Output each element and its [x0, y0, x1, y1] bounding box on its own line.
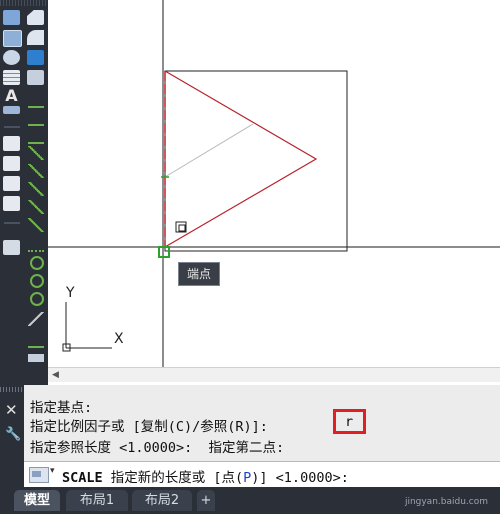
copy-icon[interactable]: [3, 136, 20, 151]
snap-icon[interactable]: [28, 164, 44, 178]
horizontal-scrollbar[interactable]: ◀: [48, 367, 500, 382]
layout-tabs: 模型 布局1 布局2 + jingyan.baidu.com: [0, 487, 500, 514]
fillet-icon[interactable]: [27, 30, 44, 45]
toolbar-separator: [4, 126, 20, 128]
snap-icon[interactable]: [28, 332, 44, 348]
table-icon[interactable]: [3, 70, 20, 85]
snap-icon[interactable]: [28, 354, 44, 362]
explode-icon[interactable]: [27, 50, 44, 65]
scroll-left-icon[interactable]: ◀: [52, 370, 59, 380]
hatch-icon[interactable]: [3, 30, 22, 47]
drawing-canvas[interactable]: 端点 X Y ◀: [48, 0, 500, 385]
snap-icon[interactable]: [28, 312, 44, 326]
tab-layout2[interactable]: 布局2: [132, 490, 192, 511]
circle-icon[interactable]: [3, 50, 20, 65]
snap-icon[interactable]: [30, 256, 44, 270]
snap-icon[interactable]: [30, 274, 44, 288]
snap-icon[interactable]: [28, 218, 44, 232]
command-history-line: 指定参照长度 <1.0000>: 指定第二点:: [30, 440, 285, 456]
highlighted-input: r: [345, 414, 354, 430]
snap-icon[interactable]: [28, 182, 44, 196]
tab-model[interactable]: 模型: [14, 490, 60, 511]
snap-icon[interactable]: [28, 128, 44, 144]
snap-icon[interactable]: [28, 200, 44, 214]
command-history-line: 指定比例因子或 [复制(C)/参照(R)]:: [30, 419, 277, 435]
command-icon[interactable]: [29, 467, 49, 483]
copy-icon[interactable]: [3, 196, 20, 211]
command-history-line: 指定基点:: [30, 400, 93, 416]
snap-icon[interactable]: [28, 236, 44, 252]
add-tab-button[interactable]: +: [197, 490, 215, 511]
snap-icon[interactable]: [28, 92, 44, 108]
watermark: jingyan.baidu.com: [404, 497, 488, 507]
tab-layout1[interactable]: 布局1: [66, 490, 128, 511]
copy-icon[interactable]: [3, 176, 20, 191]
command-window-sidebar: ✕ 🔧: [0, 385, 24, 487]
snap-icon[interactable]: [28, 110, 44, 126]
close-icon[interactable]: ✕: [5, 401, 18, 419]
prompt-suffix: )] <1.0000>:: [251, 470, 349, 486]
drawing-geometry: [48, 0, 500, 367]
command-input[interactable]: ▾ SCALE 指定新的长度或 [点(P)] <1.0000>:: [24, 461, 500, 488]
copy-icon[interactable]: [3, 156, 20, 171]
toolbar-column-right: [24, 0, 48, 385]
toolbar-separator: [4, 222, 20, 224]
osnap-tooltip: 端点: [178, 262, 220, 286]
triangle-edges[interactable]: [164, 70, 318, 248]
ucs-x-label: X: [114, 331, 124, 347]
command-prompt[interactable]: SCALE 指定新的长度或 [点(P)] <1.0000>:: [62, 466, 349, 486]
rubberband-line: [164, 123, 254, 178]
draw-toolbar: A: [0, 0, 48, 385]
multiline-text-icon[interactable]: A: [3, 88, 20, 104]
snap-icon[interactable]: [30, 292, 44, 306]
layers-icon[interactable]: [3, 240, 20, 255]
command-window-grip[interactable]: [0, 387, 24, 392]
endpoint-snap-marker: [158, 246, 170, 258]
toolbar-column-left: A: [0, 0, 24, 385]
rectangle-icon[interactable]: [3, 10, 20, 25]
wrench-icon[interactable]: 🔧: [5, 427, 21, 442]
prompt-text: 指定新的长度或 [点(: [102, 470, 244, 486]
snap-icon[interactable]: [28, 146, 44, 160]
copy-icon[interactable]: [3, 106, 20, 114]
chevron-down-icon[interactable]: ▾: [50, 466, 55, 476]
cube-icon[interactable]: [27, 70, 44, 85]
command-name: SCALE: [62, 470, 103, 486]
fillet-icon[interactable]: [27, 10, 44, 25]
ucs-y-label: Y: [66, 285, 75, 301]
